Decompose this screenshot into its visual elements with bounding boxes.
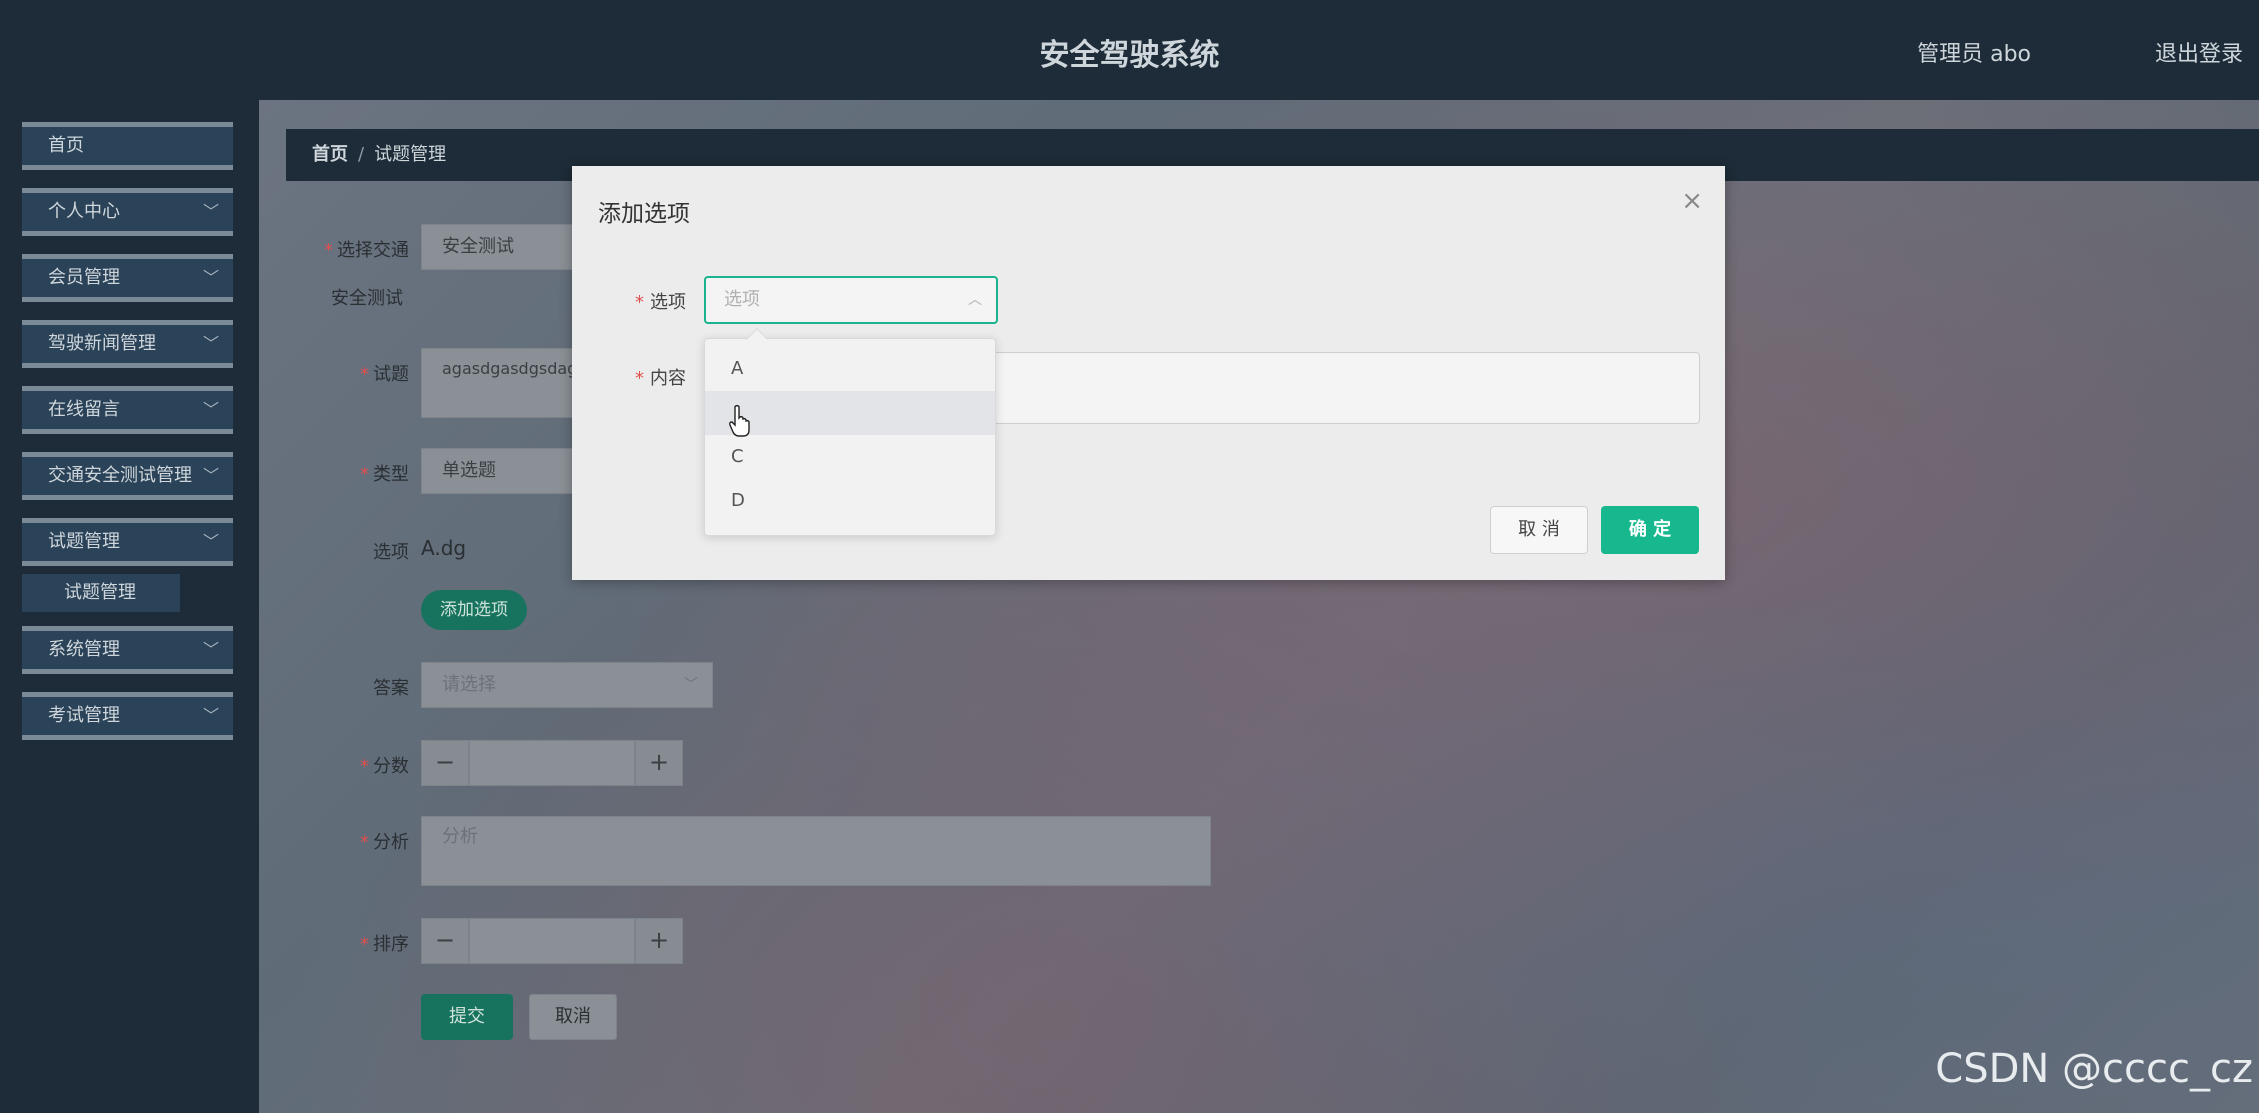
question-textarea[interactable]: agasdgasdgsdag <box>421 348 581 418</box>
sidebar-item-member-management[interactable]: 会员管理 ﹀ <box>22 254 233 302</box>
answer-label: 答案 <box>373 678 409 699</box>
chevron-down-icon: ﹀ <box>202 466 219 485</box>
sidebar-item-exam-management[interactable]: 考试管理 ﹀ <box>22 692 233 740</box>
sidebar-subitem-question-management[interactable]: 试题管理 <box>22 574 180 612</box>
content-textarea[interactable] <box>994 352 1700 424</box>
breadcrumb-separator: / <box>358 144 365 165</box>
dropdown-option-c[interactable]: C <box>705 435 995 479</box>
analysis-label: * 分析 <box>360 832 409 853</box>
dialog-confirm-button[interactable]: 确 定 <box>1601 506 1699 554</box>
sidebar-item-label: 系统管理 <box>48 639 120 660</box>
sidebar-item-label: 交通安全测试管理 <box>48 465 192 486</box>
chevron-down-icon: ﹀ <box>202 202 219 221</box>
sort-decrement-button[interactable]: − <box>421 918 469 964</box>
dialog-option-label: * 选项 <box>635 292 686 313</box>
answer-select[interactable]: 请选择 ﹀ <box>421 662 713 708</box>
sidebar-item-home[interactable]: 首页 <box>22 122 233 170</box>
answer-placeholder: 请选择 <box>442 674 496 695</box>
chevron-down-icon: ﹀ <box>202 532 219 551</box>
score-label: * 分数 <box>360 756 409 777</box>
hand-cursor-icon <box>729 404 750 437</box>
score-increment-button[interactable]: + <box>635 740 683 786</box>
watermark-text: CSDN @cccc_cz <box>1935 1046 2253 1092</box>
sidebar-item-system-management[interactable]: 系统管理 ﹀ <box>22 626 233 674</box>
chevron-down-icon: ﹀ <box>684 677 698 693</box>
sidebar-item-label: 驾驶新闻管理 <box>48 333 156 354</box>
sidebar-item-online-message[interactable]: 在线留言 ﹀ <box>22 386 233 434</box>
logout-link[interactable]: 退出登录 <box>2155 36 2243 68</box>
submit-button[interactable]: 提交 <box>421 994 513 1040</box>
chevron-down-icon: ﹀ <box>202 334 219 353</box>
close-icon[interactable]: × <box>1681 186 1703 216</box>
option-select[interactable]: 选项 ︿ <box>704 276 998 324</box>
sidebar-item-traffic-test-management[interactable]: 交通安全测试管理 ﹀ <box>22 452 233 500</box>
question-label: * 试题 <box>360 364 409 385</box>
chevron-down-icon: ﹀ <box>202 706 219 725</box>
sidebar-item-label: 首页 <box>48 135 84 156</box>
sort-label: * 排序 <box>360 934 409 955</box>
sidebar: 首页 个人中心 ﹀ 会员管理 ﹀ 驾驶新闻管理 ﹀ 在线留言 ﹀ 交通安全测试管… <box>0 100 259 1113</box>
traffic-label: * 选择交通 <box>324 240 409 261</box>
chevron-up-icon: ︿ <box>968 292 982 308</box>
score-decrement-button[interactable]: − <box>421 740 469 786</box>
traffic-sub-text: 安全测试 <box>331 288 403 309</box>
score-input[interactable] <box>469 740 635 786</box>
analysis-textarea[interactable]: 分析 <box>421 816 1211 886</box>
sort-increment-button[interactable]: + <box>635 918 683 964</box>
options-value: A.dg <box>421 536 467 560</box>
sidebar-item-personal-center[interactable]: 个人中心 ﹀ <box>22 188 233 236</box>
dropdown-option-d[interactable]: D <box>705 479 995 523</box>
chevron-down-icon: ﹀ <box>202 268 219 287</box>
top-header: 安全驾驶系统 管理员 abo 退出登录 <box>0 0 2259 100</box>
sidebar-item-question-management[interactable]: 试题管理 ﹀ <box>22 518 233 566</box>
sort-input[interactable] <box>469 918 635 964</box>
breadcrumb-home[interactable]: 首页 <box>312 144 348 165</box>
sidebar-item-news-management[interactable]: 驾驶新闻管理 ﹀ <box>22 320 233 368</box>
dialog-cancel-button[interactable]: 取 消 <box>1490 506 1588 554</box>
options-label: 选项 <box>373 542 409 563</box>
dialog-content-label: * 内容 <box>635 368 686 389</box>
option-select-placeholder: 选项 <box>724 289 760 310</box>
sidebar-item-label: 在线留言 <box>48 399 120 420</box>
sidebar-item-label: 考试管理 <box>48 705 120 726</box>
form-cancel-button[interactable]: 取消 <box>529 994 617 1040</box>
type-select[interactable]: 单选题 <box>421 448 581 494</box>
sidebar-item-label: 试题管理 <box>48 531 120 552</box>
chevron-down-icon: ﹀ <box>202 400 219 419</box>
breadcrumb-current: 试题管理 <box>374 144 447 165</box>
current-user: 管理员 abo <box>1917 42 2031 67</box>
add-option-button[interactable]: 添加选项 <box>421 590 527 630</box>
dropdown-option-a[interactable]: A <box>705 347 995 391</box>
type-label: * 类型 <box>360 464 409 485</box>
chevron-down-icon: ﹀ <box>202 640 219 659</box>
sidebar-item-label: 个人中心 <box>48 201 120 222</box>
dialog-title: 添加选项 <box>598 201 690 227</box>
sidebar-item-label: 会员管理 <box>48 267 120 288</box>
